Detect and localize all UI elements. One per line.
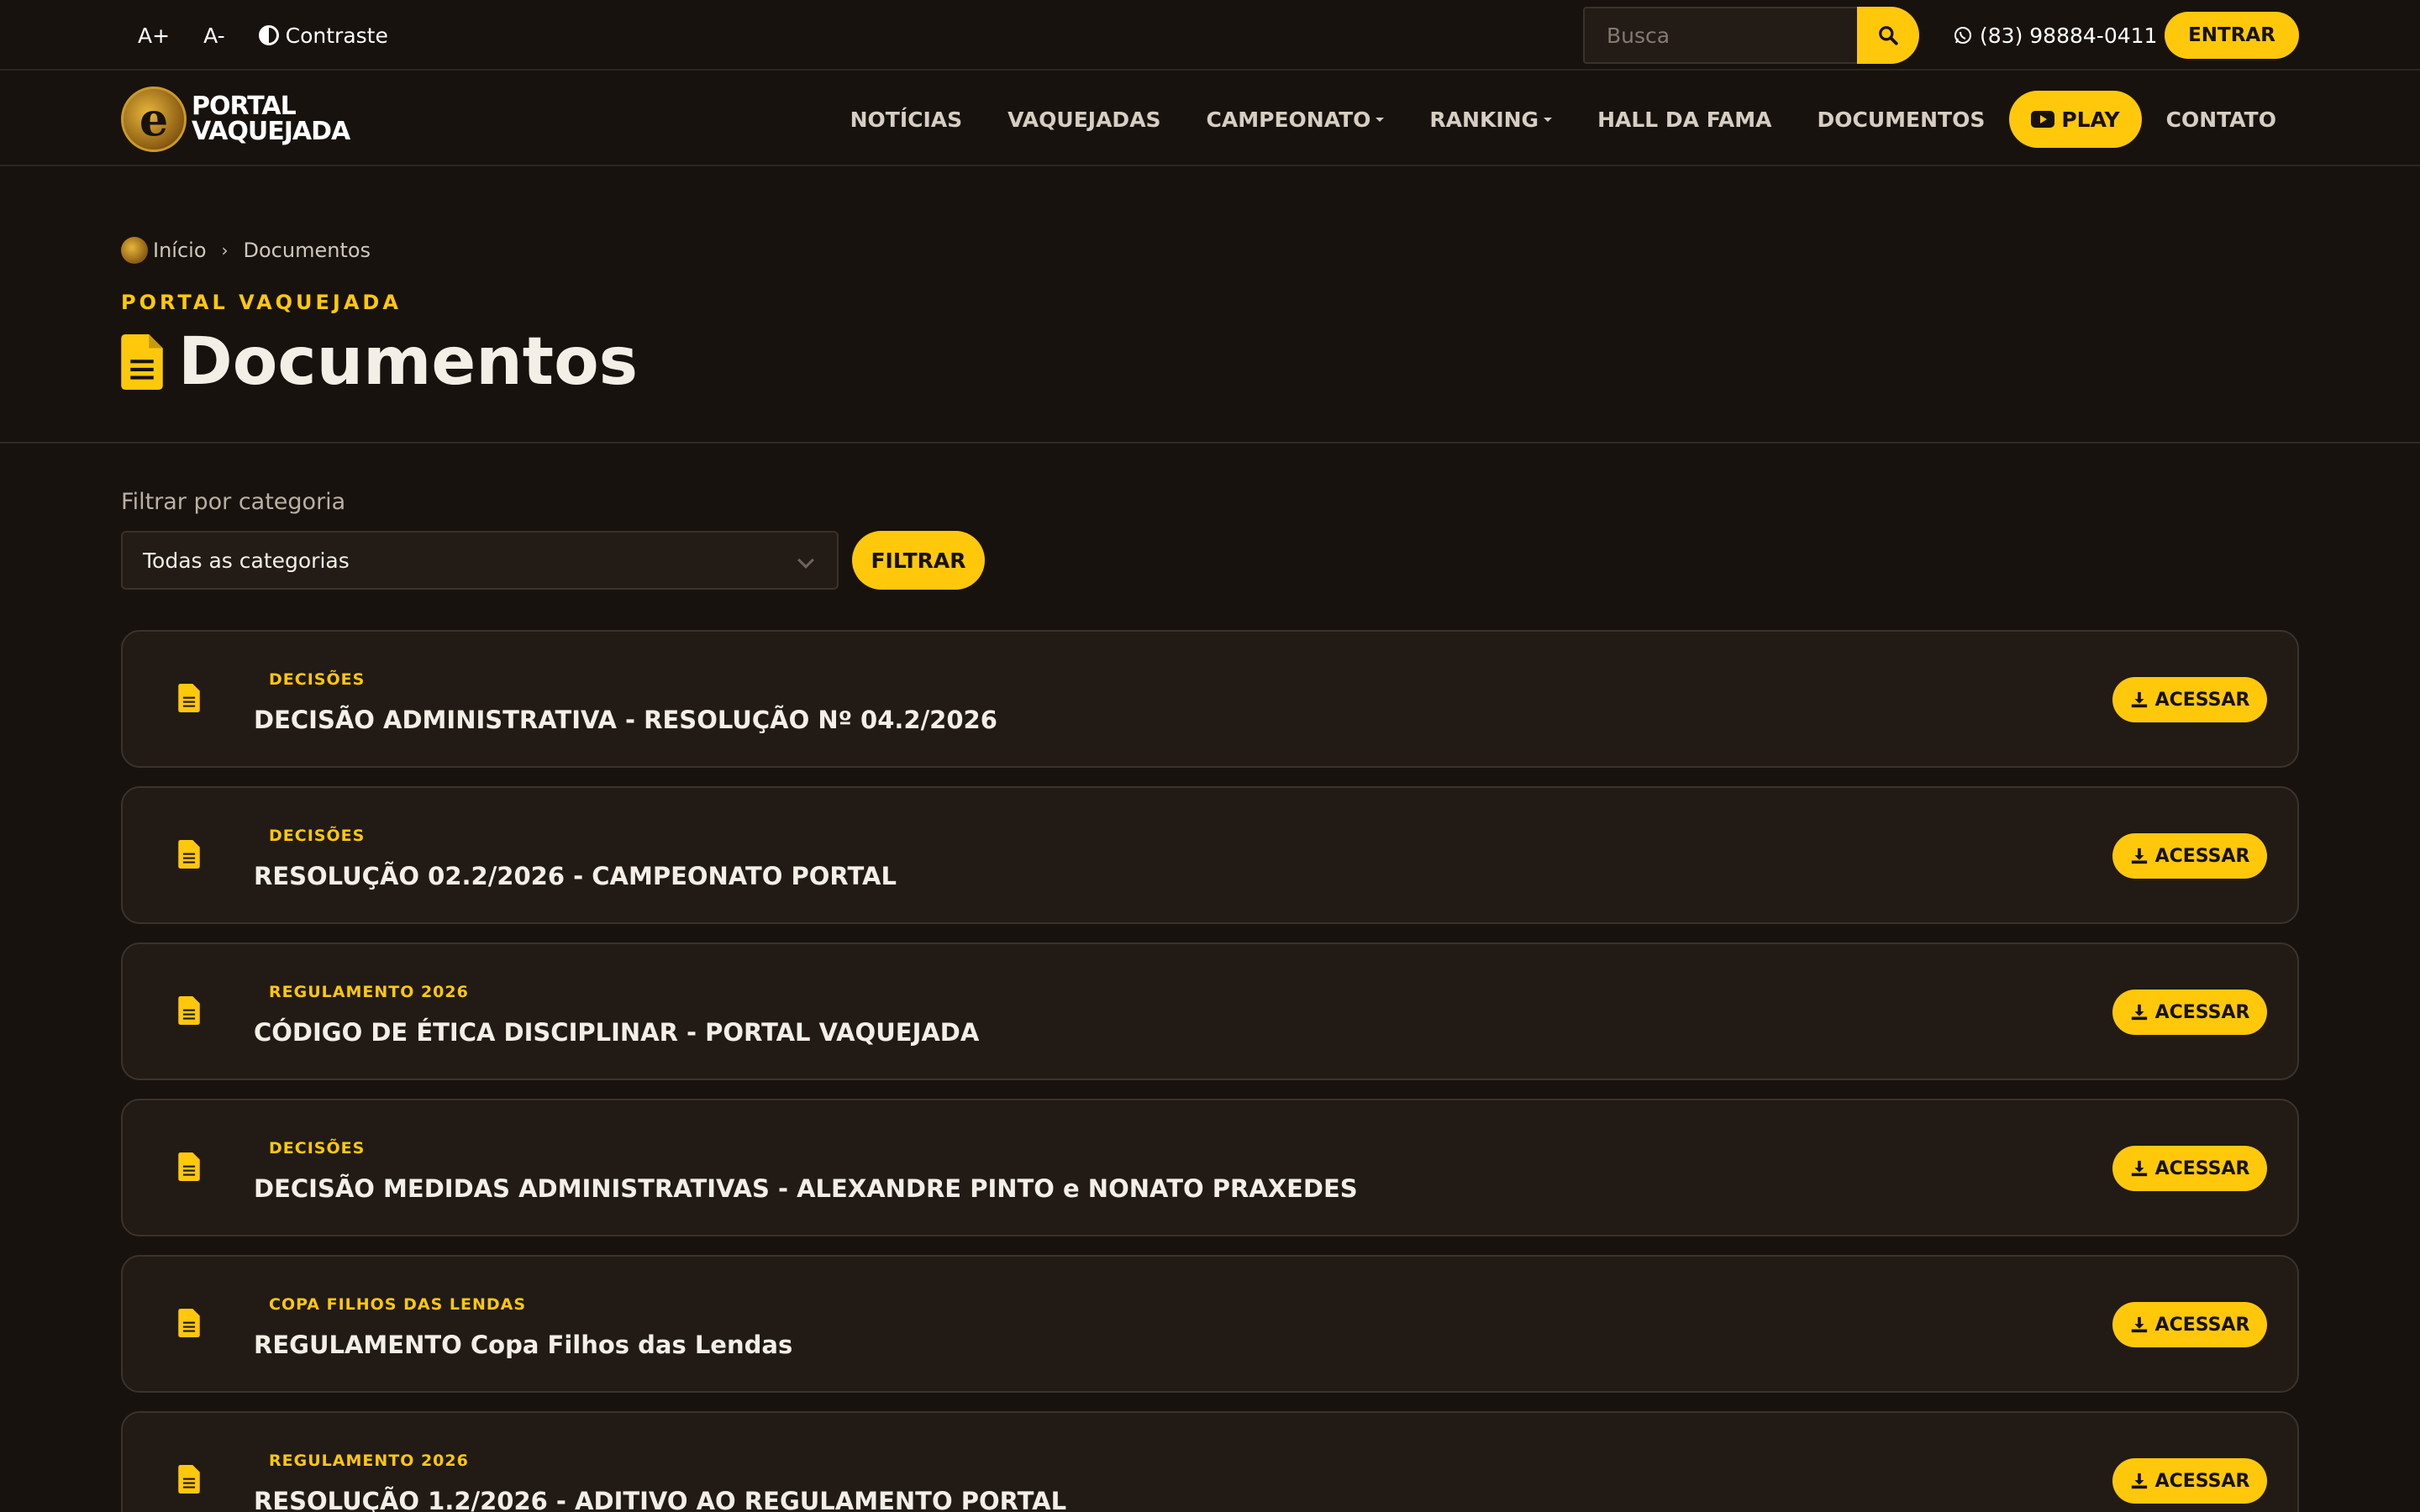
page-title: Documentos: [121, 324, 638, 400]
access-button[interactable]: ACESSAR: [2112, 1458, 2267, 1504]
chevron-down-icon: [797, 552, 814, 569]
access-button[interactable]: ACESSAR: [2112, 677, 2267, 722]
access-button-label: ACESSAR: [2154, 845, 2250, 867]
chevron-down-icon: [1376, 117, 1385, 122]
filter-label: Filtrar por categoria: [121, 489, 346, 515]
file-text-icon: [178, 1152, 200, 1181]
nav-item-campeonato-label: CAMPEONATO: [1206, 107, 1371, 132]
access-button-label: ACESSAR: [2154, 1001, 2250, 1023]
site-logo[interactable]: e PORTAL VAQUEJADA: [121, 86, 350, 153]
document-card: REGULAMENTO 2026 RESOLUÇÃO 1.2/2026 - AD…: [121, 1411, 2299, 1512]
whatsapp-icon: [1954, 27, 1971, 44]
download-icon: [2131, 1473, 2147, 1489]
main-navbar: e PORTAL VAQUEJADA NOTÍCIAS VAQUEJADAS C…: [0, 72, 2420, 166]
search-icon: [1879, 26, 1898, 45]
access-button-label: ACESSAR: [2154, 1470, 2250, 1492]
access-button-label: ACESSAR: [2154, 1314, 2250, 1336]
page-title-text: Documentos: [178, 324, 639, 400]
home-logo-icon: [121, 237, 148, 264]
top-utility-bar: A+ A- Contraste (83) 98884-0411 ENTRAR: [0, 0, 2420, 71]
download-icon: [2131, 1004, 2147, 1021]
access-button[interactable]: ACESSAR: [2112, 1302, 2267, 1347]
access-button-label: ACESSAR: [2154, 689, 2250, 711]
document-category: COPA FILHOS DAS LENDAS: [269, 1295, 527, 1314]
contrast-button[interactable]: Contraste: [258, 23, 388, 48]
document-category: DECISÕES: [269, 1139, 366, 1158]
file-text-icon: [178, 1309, 200, 1337]
document-card: COPA FILHOS DAS LENDAS REGULAMENTO Copa …: [121, 1255, 2299, 1393]
document-category: DECISÕES: [269, 827, 366, 845]
access-button[interactable]: ACESSAR: [2112, 1146, 2267, 1191]
document-title: DECISÃO ADMINISTRATIVA - RESOLUÇÃO Nº 04…: [254, 706, 997, 734]
file-text-icon: [178, 1465, 200, 1494]
document-title: CÓDIGO DE ÉTICA DISCIPLINAR - PORTAL VAQ…: [254, 1018, 980, 1047]
document-card: DECISÕES DECISÃO ADMINISTRATIVA - RESOLU…: [121, 630, 2299, 768]
document-title: REGULAMENTO Copa Filhos das Lendas: [254, 1331, 793, 1359]
document-category: REGULAMENTO 2026: [269, 1452, 469, 1470]
chevron-right-icon: ›: [221, 240, 229, 260]
font-increase-button[interactable]: A+: [138, 24, 170, 48]
nav-item-vaquejadas[interactable]: VAQUEJADAS: [985, 91, 1183, 148]
category-select-value: Todas as categorias: [143, 548, 350, 573]
login-button[interactable]: ENTRAR: [2165, 12, 2299, 59]
download-icon: [2131, 691, 2147, 708]
document-title: RESOLUÇÃO 02.2/2026 - CAMPEONATO PORTAL: [254, 862, 897, 890]
file-text-icon: [178, 684, 200, 712]
contrast-label: Contraste: [285, 23, 388, 48]
nav-item-noticias[interactable]: NOTÍCIAS: [828, 91, 986, 148]
file-text-icon: [178, 996, 200, 1025]
chevron-down-icon: [1544, 117, 1553, 122]
document-title: DECISÃO MEDIDAS ADMINISTRATIVAS - ALEXAN…: [254, 1174, 1358, 1203]
access-button-label: ACESSAR: [2154, 1158, 2250, 1179]
youtube-icon: [2031, 111, 2055, 128]
document-card: REGULAMENTO 2026 CÓDIGO DE ÉTICA DISCIPL…: [121, 942, 2299, 1080]
document-card: DECISÕES RESOLUÇÃO 02.2/2026 - CAMPEONAT…: [121, 786, 2299, 924]
search-input[interactable]: [1583, 7, 1857, 64]
nav-menu: NOTÍCIAS VAQUEJADAS CAMPEONATO RANKING H…: [828, 72, 2299, 166]
font-decrease-button[interactable]: A-: [203, 24, 225, 48]
logo-mark: e: [121, 87, 187, 152]
logo-line-2: VAQUEJADA: [192, 117, 350, 146]
download-icon: [2131, 848, 2147, 864]
document-category: REGULAMENTO 2026: [269, 983, 469, 1001]
nav-item-contato[interactable]: CONTATO: [2144, 91, 2299, 148]
logo-text: PORTAL VAQUEJADA: [192, 94, 350, 144]
document-card: DECISÕES DECISÃO MEDIDAS ADMINISTRATIVAS…: [121, 1099, 2299, 1236]
document-category: DECISÕES: [269, 670, 366, 689]
nav-item-documentos[interactable]: DOCUMENTOS: [1794, 91, 2007, 148]
document-title: RESOLUÇÃO 1.2/2026 - ADITIVO AO REGULAME…: [254, 1487, 1067, 1512]
breadcrumb-home[interactable]: Início: [153, 239, 207, 262]
nav-item-hall-da-fama[interactable]: HALL DA FAMA: [1575, 91, 1794, 148]
page-eyebrow: PORTAL VAQUEJADA: [121, 291, 402, 314]
phone-link[interactable]: (83) 98884-0411: [1953, 0, 2157, 71]
breadcrumb-current: Documentos: [243, 239, 371, 262]
breadcrumb: Início › Documentos: [121, 237, 371, 264]
contrast-icon: [258, 25, 279, 45]
nav-item-play[interactable]: PLAY: [2009, 91, 2142, 148]
access-button[interactable]: ACESSAR: [2112, 833, 2267, 879]
access-button[interactable]: ACESSAR: [2112, 990, 2267, 1035]
logo-line-1: PORTAL: [192, 92, 297, 121]
nav-item-play-label: PLAY: [2061, 107, 2120, 132]
file-text-icon: [121, 334, 163, 390]
category-select[interactable]: Todas as categorias: [121, 531, 839, 590]
filter-button[interactable]: FILTRAR: [852, 531, 985, 590]
accessibility-controls: A+ A- Contraste: [138, 0, 422, 71]
phone-number: (83) 98884-0411: [1980, 23, 2158, 48]
download-icon: [2131, 1316, 2147, 1333]
nav-item-campeonato[interactable]: CAMPEONATO: [1184, 91, 1407, 148]
search-button[interactable]: [1857, 7, 1919, 64]
page-header: Início › Documentos PORTAL VAQUEJADA Doc…: [0, 168, 2420, 444]
nav-item-ranking[interactable]: RANKING: [1407, 91, 1575, 148]
download-icon: [2131, 1160, 2147, 1177]
nav-item-ranking-label: RANKING: [1429, 107, 1539, 132]
search-form: [1583, 7, 1919, 64]
file-text-icon: [178, 840, 200, 869]
